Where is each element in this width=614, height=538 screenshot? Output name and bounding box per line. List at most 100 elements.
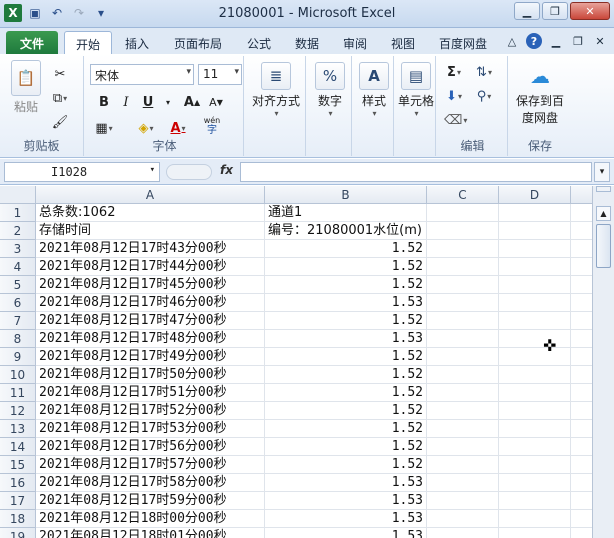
cell-e[interactable] [571,204,592,222]
cell-c[interactable] [427,528,499,538]
cell-d[interactable] [499,294,571,312]
cell-b[interactable]: 1.52 [265,348,427,366]
cell-e[interactable] [571,510,592,528]
tab-data[interactable]: 数据 [286,31,328,54]
cell-c[interactable] [427,276,499,294]
cell-d[interactable] [499,438,571,456]
cell-c[interactable] [427,312,499,330]
cell-c[interactable] [427,222,499,240]
cell-d[interactable] [499,510,571,528]
cell-a[interactable]: 2021年08月12日18时00分00秒 [36,510,265,528]
grow-font-button[interactable]: A ▲ [182,92,202,112]
alignment-button[interactable]: ≣ 对齐方式 ▾ [248,62,304,118]
cell-b[interactable]: 1.52 [265,240,427,258]
scroll-thumb[interactable] [596,224,611,268]
cell-b[interactable]: 1.52 [265,438,427,456]
cell-b[interactable]: 编号：21080001水位(m) [265,222,427,240]
cell-d[interactable] [499,366,571,384]
cell-d[interactable] [499,420,571,438]
cut-icon[interactable]: ✂ [50,64,70,84]
cell-e[interactable] [571,348,592,366]
fill-color-icon[interactable]: ◈ ▾ [136,118,156,138]
cell-e[interactable] [571,240,592,258]
number-button[interactable]: % 数字 ▾ [310,62,350,118]
cell-c[interactable] [427,348,499,366]
undo-icon[interactable]: ↶ [48,4,66,22]
row-header[interactable]: 4 [0,258,36,276]
cell-c[interactable] [427,330,499,348]
cell-d[interactable] [499,276,571,294]
doc-close-icon[interactable]: ✕ [592,33,608,49]
format-painter-icon[interactable]: 🖌 [50,112,70,132]
cells-button[interactable]: ▤ 单元格 ▾ [396,62,436,118]
cell-a[interactable]: 总条数:1062 [36,204,265,222]
cell-e[interactable] [571,312,592,330]
select-all-corner[interactable] [0,186,36,204]
cell-d[interactable] [499,402,571,420]
cell-b[interactable]: 通道1 [265,204,427,222]
tab-view[interactable]: 视图 [382,31,424,54]
worksheet-grid[interactable]: A B C D 1 总条数:1062 通道1 2 存储时间 编号：21080001水位(m… [0,186,592,538]
save-icon[interactable]: ▣ [26,4,44,22]
cell-d[interactable] [499,456,571,474]
close-button[interactable]: ✕ [570,2,610,20]
font-size-combo[interactable]: 11 ▾ [198,64,242,85]
row-header[interactable]: 3 [0,240,36,258]
tab-insert[interactable]: 插入 [116,31,158,54]
cell-c[interactable] [427,294,499,312]
tab-baidu-netdisk[interactable]: 百度网盘 [430,31,496,54]
sort-filter-icon[interactable]: ⇅ ▾ [474,62,494,82]
cell-a[interactable]: 2021年08月12日18时01分00秒 [36,528,265,538]
row-header[interactable]: 17 [0,492,36,510]
cell-c[interactable] [427,384,499,402]
cell-b[interactable]: 1.52 [265,420,427,438]
row-header[interactable]: 19 [0,528,36,538]
bold-button[interactable]: B [94,92,114,112]
cell-c[interactable] [427,420,499,438]
row-header[interactable]: 2 [0,222,36,240]
cell-a[interactable]: 2021年08月12日17时58分00秒 [36,474,265,492]
underline-dropdown-icon[interactable]: ▾ [158,92,178,112]
cell-a[interactable]: 2021年08月12日17时57分00秒 [36,456,265,474]
cell-b[interactable]: 1.52 [265,366,427,384]
italic-button[interactable]: I [116,92,136,112]
column-header-a[interactable]: A [36,186,265,204]
cell-a[interactable]: 2021年08月12日17时59分00秒 [36,492,265,510]
row-header[interactable]: 5 [0,276,36,294]
cell-d[interactable] [499,384,571,402]
cell-c[interactable] [427,204,499,222]
cell-e[interactable] [571,276,592,294]
doc-restore-icon[interactable]: ❐ [570,33,586,49]
scroll-up-icon[interactable]: ▲ [596,206,611,221]
cell-b[interactable]: 1.52 [265,258,427,276]
cell-c[interactable] [427,258,499,276]
cell-d[interactable] [499,258,571,276]
cell-c[interactable] [427,366,499,384]
cell-c[interactable] [427,456,499,474]
autosum-icon[interactable]: Σ ▾ [444,62,464,82]
paste-button[interactable]: 📋 粘贴 [6,60,46,115]
cell-c[interactable] [427,510,499,528]
cell-d[interactable] [499,528,571,538]
clear-icon[interactable]: ⌫ ▾ [444,110,467,130]
cell-d[interactable] [499,222,571,240]
cell-a[interactable]: 2021年08月12日17时56分00秒 [36,438,265,456]
cell-d[interactable] [499,330,571,348]
cell-a[interactable]: 2021年08月12日17时51分00秒 [36,384,265,402]
cell-b[interactable]: 1.52 [265,384,427,402]
cell-c[interactable] [427,438,499,456]
redo-icon[interactable]: ↷ [70,4,88,22]
help-icon[interactable]: ? [526,33,542,49]
formula-input[interactable] [240,162,592,182]
cell-a[interactable]: 2021年08月12日17时48分00秒 [36,330,265,348]
cell-c[interactable] [427,492,499,510]
cell-d[interactable] [499,204,571,222]
vertical-scrollbar[interactable]: ▲ [592,186,614,538]
row-header[interactable]: 8 [0,330,36,348]
insert-function-icon[interactable]: fx [220,163,233,177]
cell-e[interactable] [571,384,592,402]
column-header-c[interactable]: C [427,186,499,204]
name-box[interactable]: I1028 ▾ [4,162,160,182]
tab-file[interactable]: 文件 [6,31,58,54]
cell-b[interactable]: 1.52 [265,402,427,420]
